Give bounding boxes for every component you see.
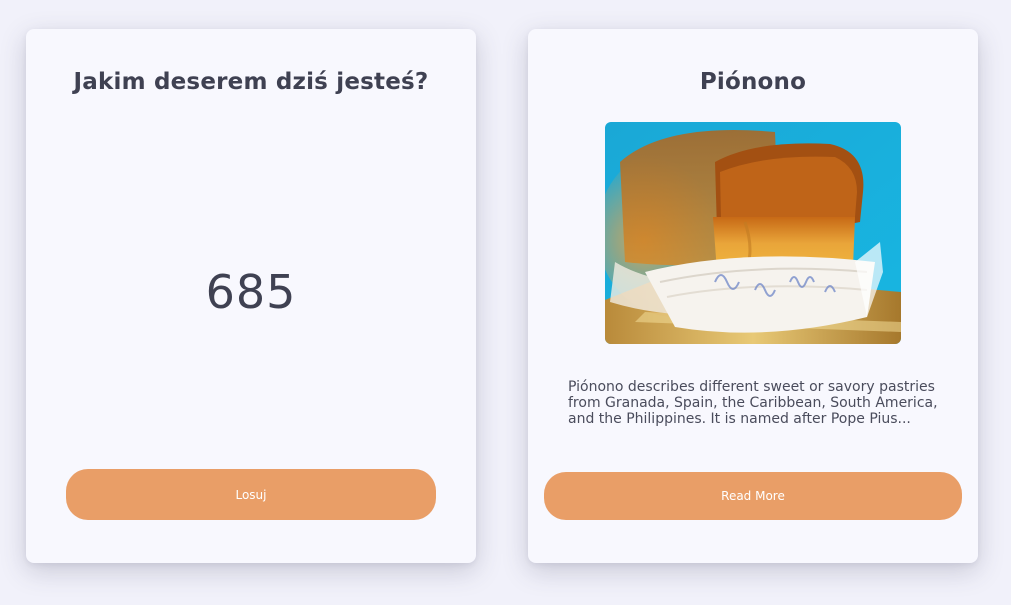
- dessert-image: [605, 122, 901, 344]
- random-number: 685: [205, 265, 297, 319]
- dessert-title: Piónono: [699, 69, 807, 95]
- quiz-title: Jakim deserem dziś jesteś?: [73, 69, 429, 95]
- read-more-button[interactable]: Read More: [544, 472, 962, 520]
- losuj-button[interactable]: Losuj: [66, 469, 436, 520]
- quiz-card: Jakim deserem dziś jesteś? 685 Losuj: [26, 29, 476, 563]
- dessert-description: Piónono describes different sweet or sav…: [568, 379, 938, 427]
- dessert-card: Piónono Piónono describes different swee…: [528, 29, 978, 563]
